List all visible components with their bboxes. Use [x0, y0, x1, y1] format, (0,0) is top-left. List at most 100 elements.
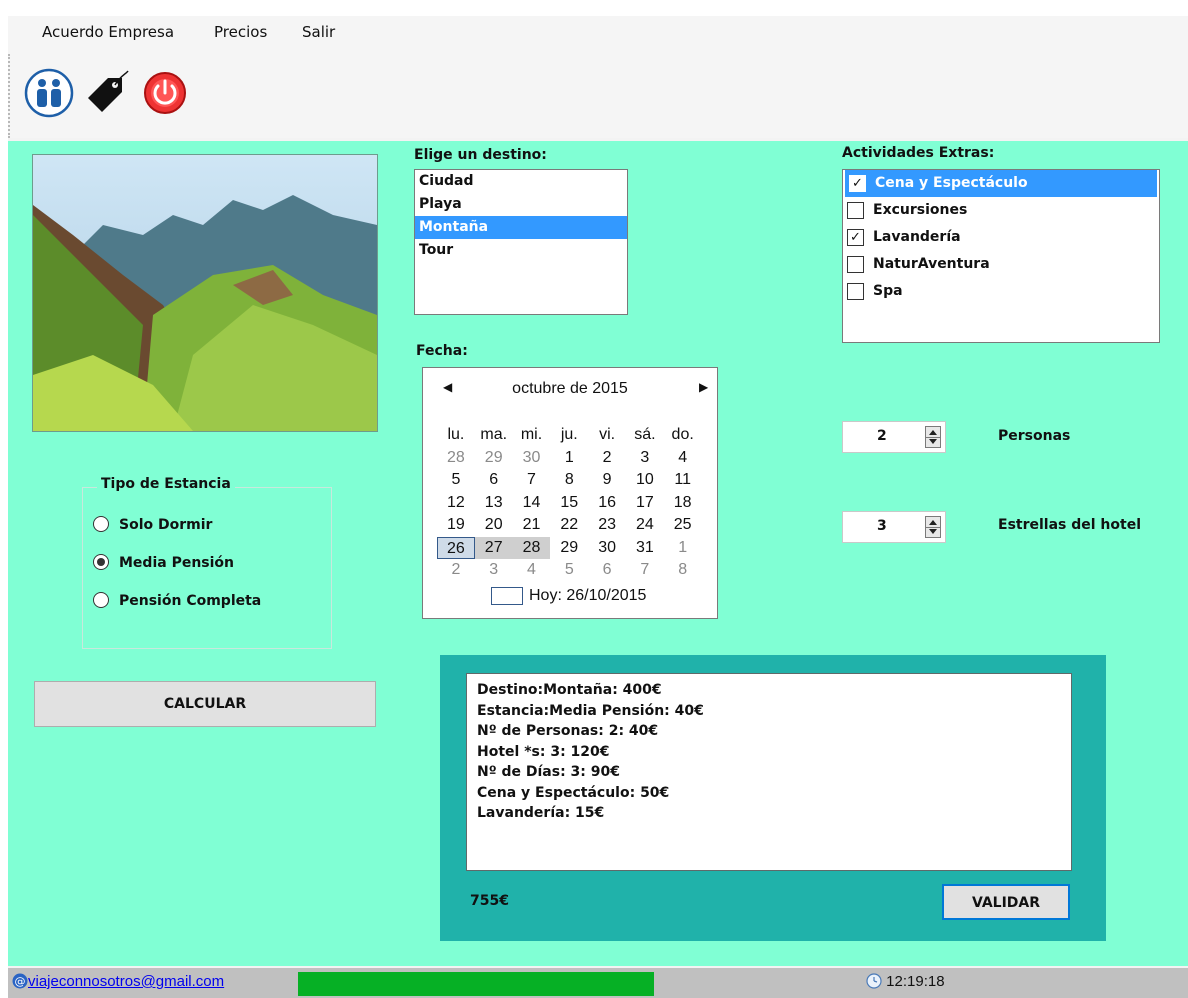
calcular-button[interactable]: CALCULAR [34, 681, 376, 727]
destino-listbox[interactable]: Ciudad Playa Montaña Tour [414, 169, 628, 315]
menu-acuerdo-empresa[interactable]: Acuerdo Empresa [38, 21, 178, 43]
radio-pension-completa[interactable]: Pensión Completa [93, 590, 261, 612]
calendar-day[interactable]: 3 [475, 559, 513, 582]
calendar-day[interactable]: 4 [664, 447, 702, 470]
spin-down-icon[interactable] [929, 529, 937, 534]
check-item-lavanderia[interactable]: ✓ Lavandería [843, 224, 1159, 251]
calendar-day[interactable]: 2 [437, 559, 475, 582]
calendar-day[interactable]: 10 [626, 469, 664, 492]
calendar-day[interactable]: 22 [550, 514, 588, 537]
calendar-day[interactable]: 29 [550, 537, 588, 560]
calendar-day[interactable]: 11 [664, 469, 702, 492]
radio-button[interactable] [93, 516, 109, 532]
calendar-day[interactable]: 24 [626, 514, 664, 537]
radio-media-pension[interactable]: Media Pensión [93, 552, 234, 574]
calendar-day[interactable]: 14 [513, 492, 551, 515]
radio-solo-dormir[interactable]: Solo Dormir [93, 514, 212, 536]
check-item-cena[interactable]: ✓ Cena y Espectáculo [845, 170, 1157, 197]
calendar-day[interactable]: 8 [664, 559, 702, 582]
estrellas-value[interactable]: 3 [877, 518, 887, 534]
checkbox[interactable] [847, 283, 864, 300]
radio-button[interactable] [93, 592, 109, 608]
calendar-day[interactable]: 7 [513, 469, 551, 492]
month-calendar[interactable]: ◀ octubre de 2015 ▶ lu. ma. mi. ju. vi. … [422, 367, 718, 619]
check-item-naturaventura[interactable]: NaturAventura [843, 251, 1159, 278]
at-sign-icon: @ [12, 973, 28, 989]
calendar-day[interactable]: 30 [513, 447, 551, 470]
list-item[interactable]: Ciudad [415, 170, 627, 193]
spin-up-icon[interactable] [929, 520, 937, 525]
calendar-day[interactable]: 5 [550, 559, 588, 582]
estrellas-stepper[interactable]: 3 [842, 511, 946, 543]
calendar-month-title[interactable]: octubre de 2015 [423, 380, 717, 398]
calendar-day-selected[interactable]: 28 [512, 536, 551, 559]
spin-buttons[interactable] [925, 516, 941, 538]
weekday-label: ma. [480, 426, 508, 443]
power-icon[interactable] [140, 68, 190, 118]
calendar-day[interactable]: 23 [588, 514, 626, 537]
next-month-icon[interactable]: ▶ [699, 380, 708, 394]
week-row: 12 13 14 15 16 17 18 [437, 492, 702, 515]
calendar-day[interactable]: 16 [588, 492, 626, 515]
calendar-day[interactable]: 7 [626, 559, 664, 582]
menu-salir[interactable]: Salir [298, 21, 339, 43]
validar-button[interactable]: VALIDAR [942, 884, 1070, 920]
check-item-spa[interactable]: Spa [843, 278, 1159, 305]
checkbox[interactable] [847, 202, 864, 219]
list-item[interactable]: Tour [415, 239, 627, 262]
spin-divider [926, 437, 940, 438]
calendar-day[interactable]: 2 [588, 447, 626, 470]
calendar-day[interactable]: 28 [437, 447, 475, 470]
result-line: Lavandería: 15€ [477, 805, 605, 821]
spin-down-icon[interactable] [929, 439, 937, 444]
calendar-day[interactable]: 20 [475, 514, 513, 537]
calendar-day[interactable]: 31 [626, 537, 664, 560]
radio-button[interactable] [93, 554, 109, 570]
calendar-day[interactable]: 4 [513, 559, 551, 582]
calendar-header: ◀ octubre de 2015 ▶ [423, 380, 717, 402]
calendar-day[interactable]: 1 [664, 537, 702, 560]
personas-value[interactable]: 2 [877, 428, 887, 444]
spin-divider [926, 527, 940, 528]
spin-up-icon[interactable] [929, 430, 937, 435]
people-icon[interactable] [24, 68, 74, 118]
menu-precios[interactable]: Precios [210, 21, 271, 43]
calendar-day[interactable]: 13 [475, 492, 513, 515]
result-line: Destino:Montaña: 400€ [477, 682, 662, 698]
list-item[interactable]: Playa [415, 193, 627, 216]
calendar-day-today[interactable]: 26 [437, 536, 475, 559]
calendar-day[interactable]: 30 [588, 537, 626, 560]
total-amount: 755€ [470, 893, 509, 909]
calendar-day[interactable]: 12 [437, 492, 475, 515]
personas-stepper[interactable]: 2 [842, 421, 946, 453]
checkbox[interactable] [847, 256, 864, 273]
actividades-checklist[interactable]: ✓ Cena y Espectáculo Excursiones ✓ Lavan… [842, 169, 1160, 343]
calendar-day[interactable]: 3 [626, 447, 664, 470]
email-link[interactable]: @ viajeconnosotros@gmail.com [12, 973, 224, 990]
calendar-day[interactable]: 9 [588, 469, 626, 492]
calendar-day[interactable]: 21 [513, 514, 551, 537]
week-row: 5 6 7 8 9 10 11 [437, 469, 702, 492]
calendar-day[interactable]: 6 [588, 559, 626, 582]
calendar-day[interactable]: 18 [664, 492, 702, 515]
spin-buttons[interactable] [925, 426, 941, 448]
estrellas-label: Estrellas del hotel [998, 517, 1142, 533]
result-textbox[interactable]: Destino:Montaña: 400€ Estancia:Media Pen… [466, 673, 1072, 871]
calendar-today-link[interactable]: Hoy: 26/10/2015 [491, 587, 646, 605]
checkbox[interactable]: ✓ [847, 229, 864, 246]
calendar-day[interactable]: 1 [550, 447, 588, 470]
calendar-day-selected[interactable]: 27 [474, 536, 513, 559]
list-item[interactable]: Montaña [415, 216, 627, 239]
checkbox[interactable]: ✓ [849, 175, 866, 192]
calendar-day[interactable]: 19 [437, 514, 475, 537]
email-text[interactable]: viajeconnosotros@gmail.com [28, 973, 224, 990]
calendar-day[interactable]: 25 [664, 514, 702, 537]
calendar-day[interactable]: 8 [550, 469, 588, 492]
calendar-day[interactable]: 15 [550, 492, 588, 515]
check-item-excursiones[interactable]: Excursiones [843, 197, 1159, 224]
calendar-day[interactable]: 29 [475, 447, 513, 470]
price-tag-icon[interactable] [80, 68, 130, 118]
calendar-day[interactable]: 6 [475, 469, 513, 492]
calendar-day[interactable]: 17 [626, 492, 664, 515]
calendar-day[interactable]: 5 [437, 469, 475, 492]
